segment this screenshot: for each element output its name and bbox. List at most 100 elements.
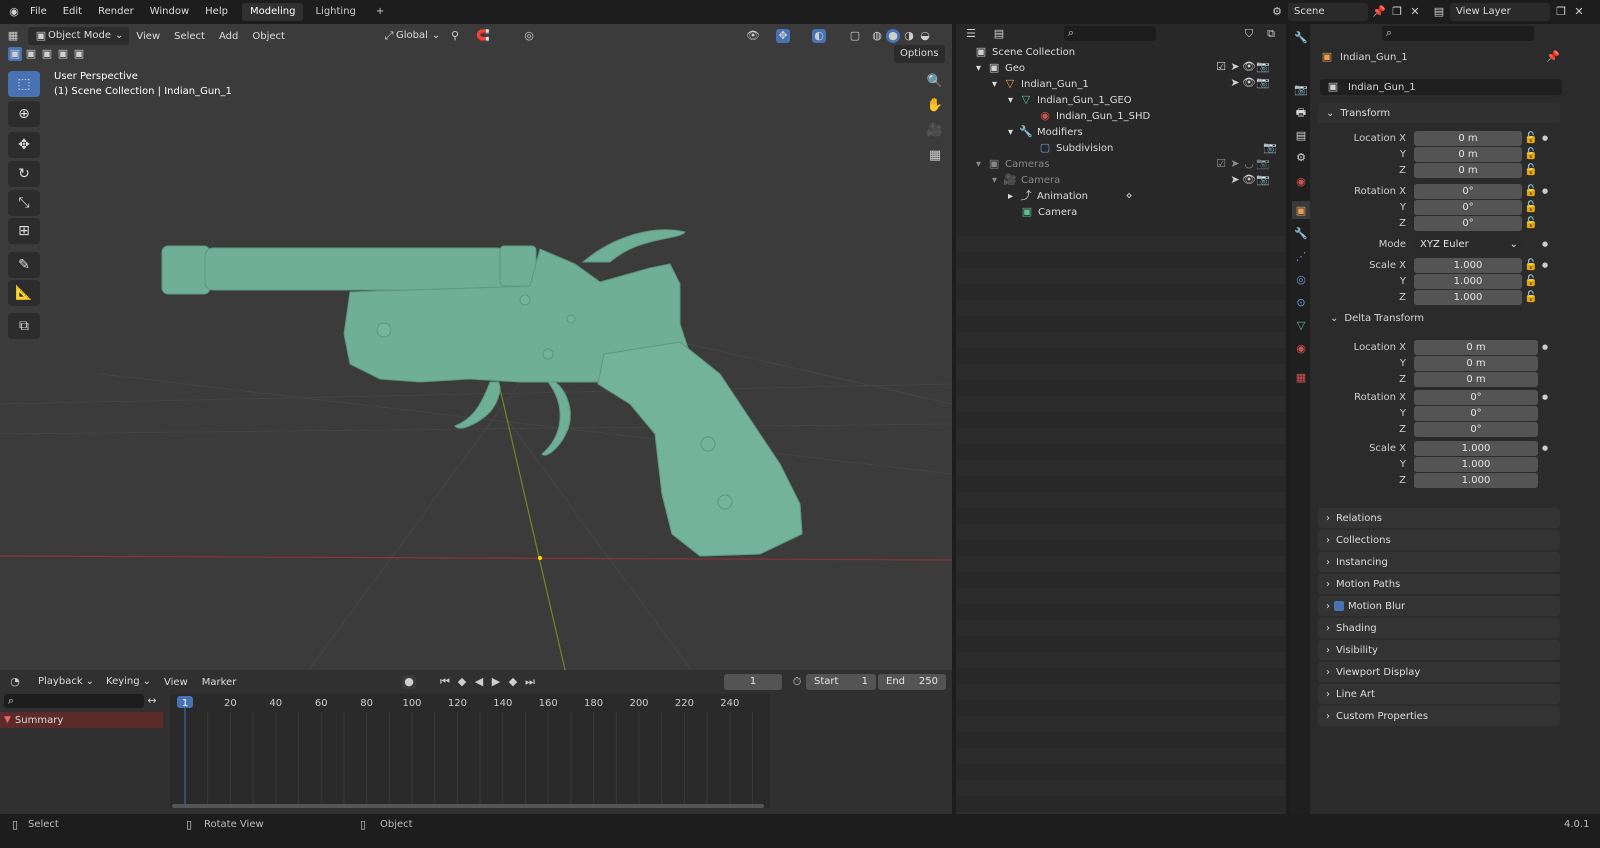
proportional-edit-icon[interactable]: ◎ bbox=[522, 29, 536, 43]
eye-closed-icon[interactable]: ◡ bbox=[1242, 157, 1256, 171]
outliner-row-subdivision[interactable]: ▢ Subdivision bbox=[956, 140, 1286, 156]
scene-icon[interactable]: ⚙ bbox=[1270, 5, 1284, 19]
constraints-tab-icon[interactable]: ⊙ bbox=[1292, 293, 1310, 311]
expand-arrow-icon[interactable]: ▾ bbox=[1008, 95, 1013, 106]
world-tab-icon[interactable]: ◉ bbox=[1292, 172, 1310, 190]
lock-icon[interactable]: 🔓 bbox=[1524, 258, 1538, 272]
menu-window[interactable]: Window bbox=[142, 0, 197, 24]
select-arrow-icon[interactable]: ➤ bbox=[1228, 173, 1242, 187]
view-layer-icon[interactable]: ▤ bbox=[1432, 5, 1446, 19]
select-intersect-icon[interactable]: ▣ bbox=[72, 47, 86, 61]
panel-custom-properties[interactable]: › Custom Properties bbox=[1318, 706, 1560, 726]
select-box-tool[interactable]: ⬚ bbox=[8, 71, 40, 97]
select-arrow-icon[interactable]: ➤ bbox=[1228, 76, 1242, 90]
lock-icon[interactable]: 🔓 bbox=[1524, 274, 1538, 288]
lock-icon[interactable]: 🔓 bbox=[1524, 216, 1538, 230]
transform-tool[interactable]: ⊞ bbox=[8, 218, 40, 244]
location-x-field[interactable]: 0 m bbox=[1414, 131, 1522, 146]
play-reverse-icon[interactable]: ◀ bbox=[472, 675, 486, 689]
timeline-search[interactable]: ⌕ bbox=[4, 694, 144, 708]
object-name-field[interactable]: ▣ Indian_Gun_1 bbox=[1320, 79, 1562, 95]
options-button[interactable]: Options bbox=[894, 45, 945, 63]
checkbox-icon[interactable]: ☑ bbox=[1214, 157, 1228, 171]
expand-arrow-icon[interactable]: ▸ bbox=[1008, 191, 1013, 202]
timeline-view-menu[interactable]: View bbox=[157, 677, 195, 688]
orientation-selector[interactable]: ⤢ Global ⌄ bbox=[376, 27, 446, 45]
menu-render[interactable]: Render bbox=[90, 0, 142, 24]
delta-rotation-x-field[interactable]: 0° bbox=[1414, 390, 1538, 405]
snap-icon[interactable]: 🧲 bbox=[476, 29, 490, 43]
cursor-tool[interactable]: ⊕ bbox=[8, 101, 40, 127]
scene-selector[interactable]: Scene bbox=[1288, 3, 1368, 21]
pin-icon[interactable]: 📌 bbox=[1372, 5, 1386, 19]
panel-shading[interactable]: › Shading bbox=[1318, 618, 1560, 638]
eye-icon[interactable]: 👁 bbox=[1242, 76, 1256, 90]
select-arrow-icon[interactable]: ➤ bbox=[1228, 157, 1242, 171]
physics-tab-icon[interactable]: ◎ bbox=[1292, 270, 1310, 288]
eye-icon[interactable]: 👁 bbox=[1242, 60, 1256, 74]
3d-viewport[interactable]: ▦ ▣ Object Mode ⌄ View Select Add Object ⤢… bbox=[0, 24, 952, 682]
lock-icon[interactable]: 🔓 bbox=[1524, 147, 1538, 161]
camera-view-icon[interactable]: 🎥 bbox=[924, 119, 946, 141]
menu-help[interactable]: Help bbox=[197, 0, 236, 24]
scene-tab-icon[interactable]: ⚙ bbox=[1292, 148, 1310, 166]
delta-rotation-z-field[interactable]: 0° bbox=[1414, 422, 1538, 437]
tool-tab-icon[interactable]: 🔧 bbox=[1292, 28, 1310, 46]
delta-location-y-field[interactable]: 0 m bbox=[1414, 356, 1538, 371]
panel-instancing[interactable]: › Instancing bbox=[1318, 552, 1560, 572]
output-tab-icon[interactable]: 🖶 bbox=[1292, 104, 1310, 122]
outliner-search-input[interactable]: ⌕ bbox=[1064, 26, 1156, 41]
texture-tab-icon[interactable]: ▦ bbox=[1292, 368, 1310, 386]
panel-motion-blur[interactable]: › Motion Blur bbox=[1318, 596, 1560, 616]
outliner-editor-icon[interactable]: ☰ bbox=[964, 27, 978, 41]
pan-hand-icon[interactable]: ✋ bbox=[924, 94, 946, 116]
add-cube-tool[interactable]: ⧉ bbox=[8, 313, 40, 339]
data-tab-icon[interactable]: ▽ bbox=[1292, 316, 1310, 334]
delta-location-x-field[interactable]: 0 m bbox=[1414, 340, 1538, 355]
current-frame-field[interactable]: 1 bbox=[724, 674, 782, 690]
clock-icon[interactable]: ⏱ bbox=[790, 675, 804, 689]
timeline-scrollbar[interactable] bbox=[172, 804, 764, 808]
expand-arrow-icon[interactable]: ▾ bbox=[976, 159, 981, 170]
jump-start-icon[interactable]: ⏮ bbox=[438, 675, 452, 689]
record-icon[interactable]: ● bbox=[402, 675, 416, 689]
menu-file[interactable]: File bbox=[22, 0, 55, 24]
delta-transform-header[interactable]: ⌄ Delta Transform bbox=[1330, 313, 1424, 324]
keying-menu[interactable]: Keying ⌄ bbox=[100, 673, 157, 691]
rotation-x-field[interactable]: 0° bbox=[1414, 184, 1522, 199]
menu-add[interactable]: Add bbox=[212, 31, 245, 42]
lock-icon[interactable]: 🔓 bbox=[1524, 290, 1538, 304]
zoom-icon[interactable]: 🔍 bbox=[924, 70, 946, 92]
new-view-layer-icon[interactable]: ❐ bbox=[1554, 5, 1568, 19]
timeline-summary-row[interactable]: ▼ Summary bbox=[0, 712, 163, 728]
select-new-icon[interactable]: ▣ bbox=[8, 47, 22, 61]
outliner-row-mesh-data[interactable]: ▾ ▽ Indian_Gun_1_GEO bbox=[956, 92, 1286, 108]
delete-scene-icon[interactable]: ✕ bbox=[1408, 5, 1422, 19]
rotation-z-field[interactable]: 0° bbox=[1414, 216, 1522, 231]
frame-ruler[interactable]: 1 20 40 60 80 100 120 140 160 180 200 220 240 bbox=[170, 694, 770, 814]
new-scene-icon[interactable]: ❐ bbox=[1390, 5, 1404, 19]
annotate-tool[interactable]: ✎ bbox=[8, 252, 40, 278]
outliner-row-material[interactable]: ◉ Indian_Gun_1_SHD bbox=[956, 108, 1286, 124]
timeline-editor-icon[interactable]: ◔ bbox=[8, 675, 22, 689]
expand-arrow-icon[interactable]: ▾ bbox=[992, 79, 997, 90]
delta-scale-y-field[interactable]: 1.000 bbox=[1414, 457, 1538, 472]
menu-view[interactable]: View bbox=[129, 31, 167, 42]
scale-tool[interactable]: ⤡ bbox=[8, 190, 40, 216]
visibility-icon[interactable]: 👁 bbox=[746, 29, 760, 43]
measure-tool[interactable]: 📐 bbox=[8, 280, 40, 306]
render-camera-icon[interactable]: 📷 bbox=[1256, 76, 1270, 90]
eye-icon[interactable]: 👁 bbox=[1242, 173, 1256, 187]
viewport-canvas[interactable] bbox=[0, 24, 952, 682]
delta-rotation-y-field[interactable]: 0° bbox=[1414, 406, 1538, 421]
keyframe-dot-icon[interactable]: ● bbox=[1542, 240, 1548, 248]
tab-lighting[interactable]: Lighting bbox=[307, 3, 363, 21]
checkbox-icon[interactable]: ☑ bbox=[1214, 60, 1228, 74]
render-camera-icon[interactable]: 📷 bbox=[1256, 173, 1270, 187]
rotation-y-field[interactable]: 0° bbox=[1414, 200, 1522, 215]
start-frame-field[interactable]: Start 1 bbox=[806, 674, 876, 690]
render-camera-icon[interactable]: 📷 bbox=[1256, 60, 1270, 74]
keyframe-dot-icon[interactable]: ● bbox=[1542, 187, 1548, 195]
properties-search-input[interactable]: ⌕ bbox=[1382, 26, 1534, 41]
lock-icon[interactable]: 🔓 bbox=[1524, 184, 1538, 198]
